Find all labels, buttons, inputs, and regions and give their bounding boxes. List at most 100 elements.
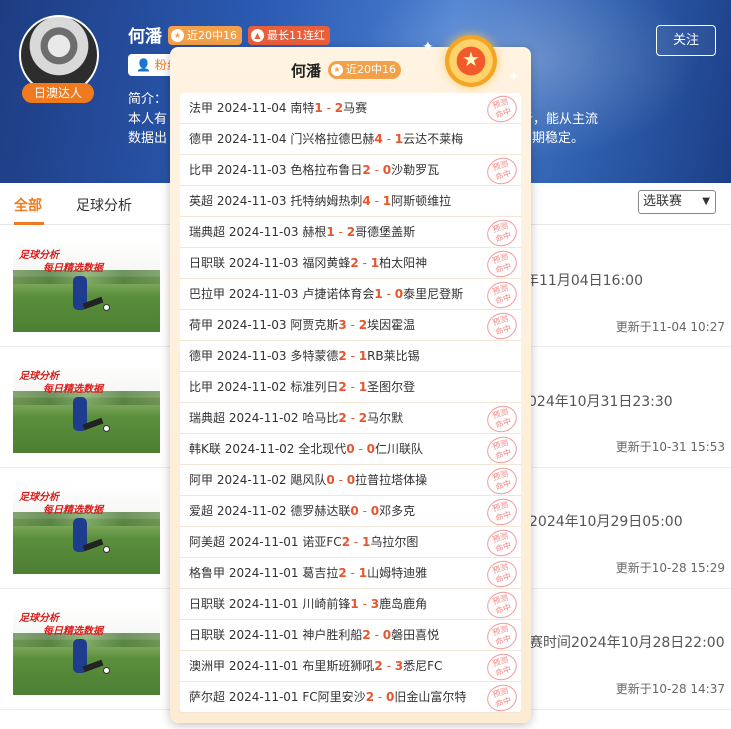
match-row[interactable]: 巴拉甲 2024-11-03 卢捷诺体育会1 - 0泰里尼登斯 预测 命中: [180, 278, 521, 312]
home-team: 德罗赫达联: [290, 504, 351, 518]
intro-line-2: 数据出: [128, 131, 168, 146]
home-score: 1: [326, 225, 335, 239]
home-team: 赫根: [302, 225, 327, 239]
score-separator: -: [346, 349, 359, 363]
match-row[interactable]: 澳洲甲 2024-11-01 布里斯班狮吼2 - 3悉尼FC 预测 命中: [180, 650, 521, 684]
away-score: 2: [334, 101, 344, 115]
match-row[interactable]: 格鲁甲 2024-11-01 葛吉拉2 - 1山姆特迪雅 预测 命中: [180, 557, 521, 591]
home-team: FC阿里安沙: [302, 690, 366, 704]
match-league: 爱超: [189, 504, 217, 518]
record-tag[interactable]: ★ 近20中16: [168, 26, 242, 45]
match-row[interactable]: 日职联 2024-11-03 福冈黄蜂2 - 1柏太阳神 预测 命中: [180, 247, 521, 281]
thumb-subtitle: 每日精选数据: [43, 263, 103, 274]
hit-stamp-icon: 预测 命中: [483, 154, 521, 188]
score-separator: -: [350, 535, 363, 549]
hit-stamp-icon: 预测 命中: [483, 216, 521, 250]
match-row[interactable]: 德甲 2024-11-04 门兴格拉德巴赫4 - 1云达不莱梅: [180, 124, 521, 155]
score-separator: -: [382, 287, 395, 301]
home-team: 南特: [290, 101, 315, 115]
match-date: 2024-11-01: [228, 535, 303, 549]
away-score: 1: [358, 566, 368, 580]
home-score: 2: [341, 535, 351, 549]
score-separator: -: [358, 597, 371, 611]
score-separator: -: [358, 256, 371, 270]
article-thumbnail[interactable]: 足球分析 每日精选数据: [13, 363, 160, 453]
away-team: 圣图尔登: [367, 380, 416, 394]
home-score: 2: [350, 256, 359, 270]
match-row[interactable]: 爱超 2024-11-02 德罗赫达联0 - 0邓多克 预测 命中: [180, 495, 521, 529]
thumb-subtitle: 每日精选数据: [43, 384, 103, 395]
score-separator: -: [322, 101, 335, 115]
home-score: 1: [374, 287, 383, 301]
streak-tag[interactable]: ▲ 最长11连红: [248, 26, 330, 45]
match-row[interactable]: 德甲 2024-11-03 多特蒙德2 - 1RB莱比锡: [180, 341, 521, 372]
match-date: 2024-11-01: [228, 628, 303, 642]
away-team: 柏太阳神: [379, 256, 428, 270]
hit-stamp-icon: 预测 命中: [483, 681, 521, 715]
match-row[interactable]: 英超 2024-11-03 托特纳姆热刺4 - 1阿斯顿维拉: [180, 186, 521, 217]
home-team: 托特纳姆热刺: [290, 194, 363, 208]
away-score: 0: [394, 287, 404, 301]
popup-record-label: 近20中16: [346, 63, 396, 76]
sparkle-icon: ✦: [508, 69, 520, 85]
match-row[interactable]: 阿甲 2024-11-02 飓风队0 - 0拉普拉塔体操 预测 命中: [180, 464, 521, 498]
home-team: 卢捷诺体育会: [302, 287, 375, 301]
match-row[interactable]: 萨尔超 2024-11-01 FC阿里安沙2 - 0旧金山富尔特 预测 命中: [180, 681, 521, 715]
match-row[interactable]: 韩K联 2024-11-02 全北现代0 - 0仁川联队 预测 命中: [180, 433, 521, 467]
article-thumbnail[interactable]: 足球分析 每日精选数据: [13, 605, 160, 695]
intro-line-1-tail: 析，能从主流: [520, 112, 599, 127]
match-row[interactable]: 荷甲 2024-11-03 阿贾克斯3 - 2埃因霍温 预测 命中: [180, 309, 521, 343]
away-team: 仁川联队: [374, 442, 423, 456]
match-date: 2024-11-03: [216, 318, 291, 332]
expert-name: 何潘: [128, 27, 162, 47]
flame-icon: ▲: [251, 29, 264, 42]
away-score: 0: [366, 442, 375, 456]
match-row[interactable]: 比甲 2024-11-03 色格拉布鲁日2 - 0沙勒罗瓦 预测 命中: [180, 154, 521, 188]
tab-football-analysis[interactable]: 足球分析: [76, 195, 132, 215]
away-score: 0: [370, 504, 380, 518]
match-row[interactable]: 瑞典超 2024-11-02 哈马比2 - 2马尔默 预测 命中: [180, 402, 521, 436]
article-thumbnail[interactable]: 足球分析 每日精选数据: [13, 484, 160, 574]
home-team: 福冈黄蜂: [302, 256, 351, 270]
article-thumbnail[interactable]: 足球分析 每日精选数据: [13, 242, 160, 332]
home-score: 3: [338, 318, 347, 332]
match-date: 2024-11-03: [228, 256, 303, 270]
score-separator: -: [346, 411, 359, 425]
home-team: 全北现代: [298, 442, 347, 456]
home-team: 诺亚FC: [302, 535, 342, 549]
score-separator: -: [382, 132, 395, 146]
popup-record-tag: ★ 近20中16: [328, 61, 401, 79]
match-row[interactable]: 法甲 2024-11-04 南特1 - 2马赛 预测 命中: [180, 92, 521, 126]
away-score: 1: [370, 256, 380, 270]
match-row[interactable]: 瑞典超 2024-11-03 赫根1 - 2哥德堡盖斯 预测 命中: [180, 216, 521, 250]
active-tab-indicator: [14, 222, 44, 225]
ball-icon: [103, 425, 110, 432]
home-team: 哈马比: [302, 411, 339, 425]
hit-stamp-icon: 预测 命中: [483, 247, 521, 281]
away-team: 泰里尼登斯: [403, 287, 464, 301]
match-row[interactable]: 比甲 2024-11-02 标准列日2 - 1圣图尔登: [180, 372, 521, 403]
match-league: 萨尔超: [189, 690, 229, 704]
match-league: 格鲁甲: [189, 566, 229, 580]
match-date: 2024-11-03: [216, 163, 291, 177]
hit-stamp-icon: 预测 命中: [483, 588, 521, 622]
away-team: 马尔默: [367, 411, 404, 425]
record-tag-label: 近20中16: [187, 29, 237, 42]
home-score: 4: [362, 194, 371, 208]
updated-time: 更新于10-28 14:37: [615, 682, 725, 696]
medal-icon: ★: [445, 35, 497, 87]
away-score: 0: [346, 473, 356, 487]
match-league: 瑞典超: [189, 225, 229, 239]
match-row[interactable]: 阿美超 2024-11-01 诺亚FC2 - 1乌拉尔图 预测 命中: [180, 526, 521, 560]
follow-button[interactable]: 关注: [656, 25, 716, 56]
league-select[interactable]: 选联赛 ▼: [638, 190, 716, 214]
match-date: 2024-11-03: [228, 287, 303, 301]
away-score: 0: [382, 628, 392, 642]
away-team: 旧金山富尔特: [394, 690, 467, 704]
tab-all[interactable]: 全部: [14, 195, 42, 215]
hit-stamp-icon: 预测 命中: [483, 557, 521, 591]
home-score: 2: [338, 411, 347, 425]
match-row[interactable]: 日职联 2024-11-01 神户胜利船2 - 0磐田喜悦 预测 命中: [180, 619, 521, 653]
match-row[interactable]: 日职联 2024-11-01 川崎前锋1 - 3鹿岛鹿角 预测 命中: [180, 588, 521, 622]
home-team: 阿贾克斯: [290, 318, 339, 332]
